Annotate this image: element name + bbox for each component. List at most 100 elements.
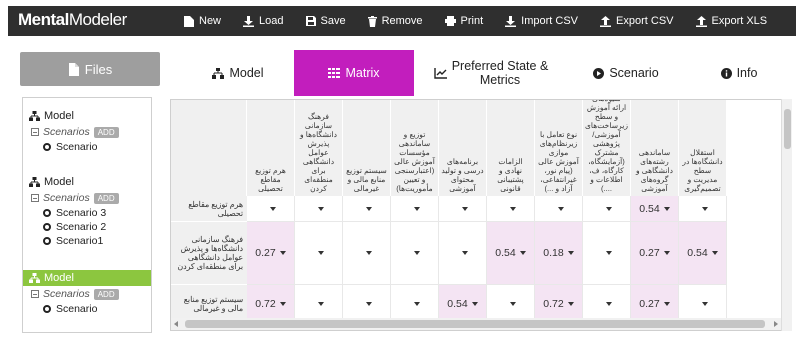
collapse-icon[interactable] (31, 128, 39, 136)
radio-icon (43, 305, 51, 313)
files-tab[interactable]: Files (20, 52, 160, 86)
matrix-row-header: هرم توزیع مقاطع تحصیلی (171, 196, 247, 222)
chart-icon (434, 67, 447, 79)
tab-preferred-label-line1: Preferred State & (451, 59, 549, 73)
matrix-cell-select[interactable]: 0.54 (487, 222, 535, 285)
vertical-scroll-thumb[interactable] (784, 109, 791, 149)
new-icon (184, 15, 199, 27)
matrix-column-header: سیستم توزیع منابع مالی و غیرمالی (343, 100, 391, 196)
matrix-cell-select[interactable] (583, 196, 631, 222)
matrix-cell-select[interactable]: 0.27 (631, 222, 679, 285)
matrix-cell-value: 0.54 (639, 202, 660, 215)
scenarios-label: Scenarios (43, 288, 90, 300)
sidebar-scenario-item[interactable]: Scenario (23, 140, 151, 154)
caret-down-icon (605, 251, 612, 255)
scroll-left-icon[interactable] (174, 321, 178, 327)
toolbar-print-button[interactable]: Print (444, 15, 483, 27)
scenario-label: Scenario1 (56, 235, 104, 247)
toolbar-button-label: New (199, 15, 222, 27)
nav-row: Files Model Matrix Preferred State & Metr… (8, 50, 796, 96)
matrix-cell-select[interactable] (295, 222, 343, 285)
toolbar-load-button[interactable]: Load (243, 15, 284, 27)
sidebar-model-item[interactable]: Model (23, 174, 151, 190)
add-scenario-button[interactable]: ADD (93, 288, 119, 300)
sidebar-scenarios-header[interactable]: Scenarios ADD (23, 124, 151, 140)
caret-down-icon (413, 206, 420, 211)
caret-down-icon (461, 251, 468, 255)
matrix-cell-select[interactable] (343, 196, 391, 222)
tab-preferred-label-line2: Metrics (479, 73, 521, 87)
toolbar-export-csv-button[interactable]: Export CSV (600, 15, 674, 27)
caret-down-icon (567, 301, 574, 306)
toolbar-export-xls-button[interactable]: Export XLS (695, 15, 768, 27)
matrix-cell-select[interactable]: 0.54 (631, 196, 679, 222)
matrix-cell-select[interactable]: 0.54 (679, 222, 727, 285)
matrix-cell-select[interactable]: 0.18 (535, 222, 583, 285)
sidebar-model-item[interactable]: Model (23, 108, 151, 124)
horizontal-scrollbar[interactable] (171, 318, 781, 330)
scroll-right-icon[interactable] (774, 321, 778, 327)
collapse-icon[interactable] (31, 194, 39, 202)
info-icon (720, 67, 732, 79)
matrix-cell-select[interactable] (487, 196, 535, 222)
matrix-cell-select[interactable] (535, 196, 583, 222)
download-icon (243, 15, 259, 27)
tab-model[interactable]: Model (178, 50, 298, 96)
matrix-cell-select[interactable] (391, 196, 439, 222)
matrix-cell-select[interactable] (583, 222, 631, 285)
toolbar-new-button[interactable]: New (184, 15, 221, 27)
caret-down-icon (509, 206, 516, 211)
sidebar-scenarios-header[interactable]: Scenarios ADD (23, 286, 151, 302)
matrix-cell-select[interactable]: 0.27 (247, 222, 295, 285)
trash-icon (367, 15, 382, 27)
matrix-cell-value: 0.72 (543, 297, 564, 310)
sitemap-icon (29, 111, 44, 121)
toolbar-button-label: Export XLS (711, 15, 768, 27)
sidebar-model-label: Model (44, 110, 74, 122)
matrix-cell-select[interactable] (439, 196, 487, 222)
matrix-cell-select[interactable] (247, 196, 295, 222)
sidebar-scenario-item[interactable]: Scenario 3 (23, 206, 151, 220)
tab-scenario[interactable]: Scenario (566, 50, 686, 96)
sidebar-model-item[interactable]: Model (23, 270, 151, 286)
sidebar-scenario-item[interactable]: Scenario 2 (23, 220, 151, 234)
matrix-cell-select[interactable] (439, 222, 487, 285)
save-icon (305, 16, 321, 26)
tab-info[interactable]: Info (684, 50, 794, 96)
add-scenario-button[interactable]: ADD (93, 192, 119, 204)
matrix-cell-select[interactable] (391, 222, 439, 285)
toolbar-import-csv-button[interactable]: Import CSV (505, 15, 578, 27)
grid-icon (328, 68, 341, 78)
tab-preferred-state-metrics[interactable]: Preferred State & Metrics (416, 50, 566, 96)
collapse-icon[interactable] (31, 290, 39, 298)
sidebar-scenarios-header[interactable]: Scenarios ADD (23, 190, 151, 206)
horizontal-scroll-thumb[interactable] (185, 320, 765, 328)
matrix-cell-value: 0.54 (447, 297, 468, 310)
toolbar-remove-button[interactable]: Remove (367, 15, 423, 27)
scenarios-label: Scenarios (43, 126, 90, 138)
tab-scenario-label: Scenario (609, 66, 659, 80)
print-icon (444, 16, 461, 26)
sitemap-icon (29, 273, 44, 283)
matrix-column-header: ساماندهی رشته‌های دانشگاهی و گروه‌های آم… (631, 100, 679, 196)
play-icon (593, 67, 605, 79)
tab-info-label: Info (736, 66, 758, 80)
toolbar-save-button[interactable]: Save (305, 15, 346, 27)
caret-down-icon (413, 251, 420, 255)
sitemap-icon (212, 67, 225, 79)
matrix-cell-select[interactable] (343, 222, 391, 285)
matrix-column-header: توزیع و ساماندهی مؤسسات آموزش عالی (اعتب… (391, 100, 439, 196)
sitemap-icon (29, 177, 44, 187)
tab-matrix[interactable]: Matrix (294, 50, 414, 96)
caret-down-icon (365, 206, 372, 211)
sidebar-scenario-item[interactable]: Scenario1 (23, 234, 151, 248)
add-scenario-button[interactable]: ADD (93, 126, 119, 138)
matrix-cell-select[interactable] (295, 196, 343, 222)
app-logo: MentalModeler (18, 10, 127, 29)
matrix-column-header: برنامه‌های درسی و تولید محتوای آموزشی (439, 100, 487, 196)
sidebar-scenario-item[interactable]: Scenario (23, 302, 151, 316)
vertical-scrollbar[interactable] (781, 99, 792, 331)
matrix-cell-select[interactable] (679, 196, 727, 222)
matrix-column-header: استقلال دانشگاه‌ها در سطح مدیریت و تصمیم… (679, 100, 727, 196)
download-icon (505, 15, 521, 27)
